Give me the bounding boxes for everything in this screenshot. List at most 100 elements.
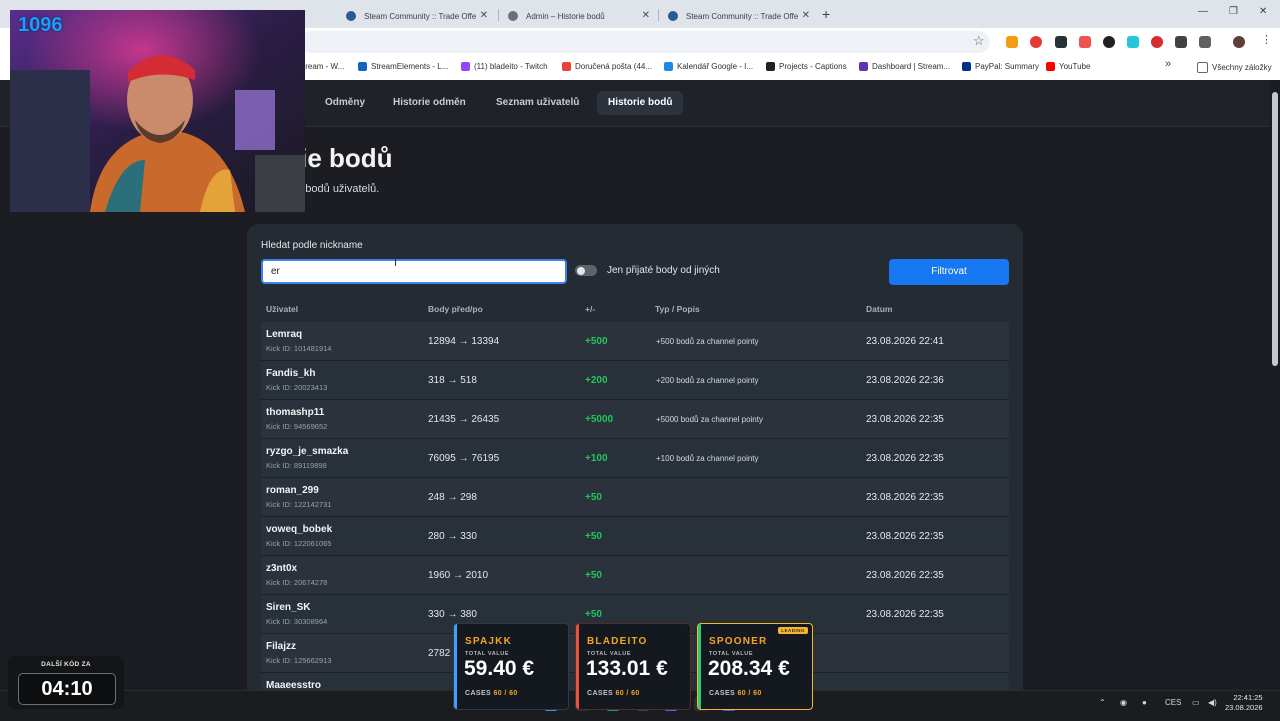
kick-id: Kick ID: 20023413 — [266, 383, 328, 392]
address-bar[interactable] — [300, 31, 990, 53]
extension-icon[interactable] — [1079, 36, 1091, 48]
kick-id: Kick ID: 122061065 — [266, 539, 332, 548]
user-name: thomashp11 — [266, 407, 325, 418]
bookmark-item[interactable]: Dashboard | Stream... — [859, 62, 950, 71]
leading-badge: LEADING — [778, 627, 808, 634]
volume-icon[interactable]: ◀) — [1208, 698, 1217, 707]
avatar[interactable] — [1233, 36, 1245, 48]
bookmark-item[interactable]: YouTube — [1046, 62, 1090, 71]
bookmark-star-icon[interactable]: ☆ — [973, 33, 985, 49]
close-icon[interactable]: ✕ — [802, 10, 810, 21]
steam-favicon-icon — [346, 11, 356, 21]
leaderboard-card: BLADEITO TOTAL VALUE 133.01 € CASES 60 /… — [575, 623, 691, 710]
filter-button[interactable]: Filtrovat — [889, 259, 1009, 285]
points-before-after: 330 → 380 — [428, 609, 477, 620]
nav-item-seznam-uzivatelu[interactable]: Seznam uživatelů — [485, 91, 590, 115]
tray-overflow-icon[interactable]: ⌃ — [1099, 698, 1106, 707]
extension-icon[interactable] — [1151, 36, 1163, 48]
network-icon[interactable]: ▭ — [1192, 698, 1200, 707]
points-before-after: 12894 → 13394 — [428, 336, 500, 347]
browser-tab-2[interactable]: Admin – Historie bodů ✕ — [500, 4, 658, 28]
extension-icon[interactable] — [1127, 36, 1139, 48]
col-header-date: Datum — [866, 304, 893, 314]
received-only-toggle[interactable] — [575, 265, 597, 276]
nav-item-historie-bodu[interactable]: Historie bodů — [597, 91, 684, 115]
twitch-icon — [461, 62, 470, 71]
bookmark-label: (11) bladeito - Twitch — [474, 62, 548, 71]
close-icon[interactable]: ✕ — [642, 10, 650, 21]
menu-dots-icon[interactable]: ⋮ — [1261, 33, 1273, 46]
extension-icon[interactable] — [1103, 36, 1115, 48]
globe-icon — [508, 11, 518, 21]
scrollbar-thumb[interactable] — [1272, 92, 1278, 366]
bookmark-item[interactable]: tream - W... — [303, 62, 344, 71]
card-accent — [576, 624, 579, 709]
type-description: +200 bodů za channel pointy — [656, 376, 759, 385]
bookmark-item[interactable]: Projects - Captions — [766, 62, 847, 71]
extension-icon[interactable] — [1030, 36, 1042, 48]
points-delta: +200 — [585, 375, 608, 386]
tab-separator — [498, 9, 499, 21]
bookmark-item[interactable]: StreamElements - L... — [358, 62, 448, 71]
browser-tab-3[interactable]: Steam Community :: Trade Offe ✕ — [660, 4, 818, 28]
all-bookmarks[interactable]: Všechny záložky — [1197, 62, 1272, 73]
table-row: z3nt0x Kick ID: 20674278 1960 → 2010 +50 23.… — [261, 556, 1009, 595]
nickname-search-input[interactable] — [261, 259, 567, 284]
puzzle-icon[interactable] — [1199, 36, 1211, 48]
gmail-icon — [562, 62, 571, 71]
close-icon[interactable]: ✕ — [480, 10, 488, 21]
new-tab-icon[interactable]: + — [822, 6, 830, 22]
browser-tab-1[interactable]: Steam Community :: Trade Offe ✕ — [338, 4, 496, 28]
bookmark-item[interactable]: PayPal: Summary — [962, 62, 1039, 71]
points-before-after: 248 → 298 — [428, 492, 477, 503]
bookmark-label: YouTube — [1059, 62, 1091, 71]
all-bookmarks-label: Všechny záložky — [1212, 63, 1272, 72]
steam-tray-icon[interactable]: ◉ — [1120, 698, 1127, 707]
bookmark-label: tream - W... — [303, 62, 345, 71]
player-name: SPOONER — [709, 636, 768, 647]
table-row: thomashp11 Kick ID: 94569652 21435 → 26435… — [261, 400, 1009, 439]
user-name: voweq_bobek — [266, 524, 333, 535]
maximize-icon[interactable]: ❐ — [1229, 6, 1238, 17]
window-close-icon[interactable]: ✕ — [1259, 6, 1267, 17]
bookmark-label: PayPal: Summary — [975, 62, 1040, 71]
bookmark-item[interactable]: Doručená pošta (44... — [562, 62, 652, 71]
extension-icon[interactable] — [1006, 36, 1018, 48]
kick-id: Kick ID: 30308964 — [266, 617, 328, 626]
system-clock[interactable]: 22:41:25 23.08.2026 — [1225, 693, 1263, 713]
user-name: Siren_SK — [266, 602, 311, 613]
text-cursor-icon: I — [394, 257, 398, 269]
youtube-icon — [1046, 62, 1055, 71]
leaderboard-card: SPAJKK TOTAL VALUE 59.40 € CASES 60 / 60 — [453, 623, 569, 710]
toggle-knob — [577, 266, 585, 275]
cases-value: 60 / 60 — [615, 690, 640, 697]
language-indicator[interactable]: CES — [1165, 698, 1181, 707]
microphone-icon[interactable]: ● — [1142, 698, 1147, 707]
cases-value: 60 / 60 — [493, 690, 518, 697]
bookmark-label: Kalendář Google - I... — [677, 62, 754, 71]
search-label: Hledat podle nickname — [261, 240, 363, 251]
points-before-after: 1960 → 2010 — [428, 570, 489, 581]
extension-icon[interactable] — [1055, 36, 1067, 48]
calendar-icon — [664, 62, 673, 71]
points-delta: +50 — [585, 492, 602, 503]
user-name: Filajzz — [266, 641, 297, 652]
player-name: SPAJKK — [465, 636, 513, 647]
points-before-after: 21435 → 26435 — [428, 414, 500, 425]
kick-id: Kick ID: 89119898 — [266, 461, 327, 470]
date-time: 23.08.2026 22:35 — [866, 492, 944, 503]
minimize-icon[interactable]: — — [1198, 6, 1208, 17]
timer-value: 04:10 — [18, 673, 116, 705]
kick-id: Kick ID: 20674278 — [266, 578, 328, 587]
nav-item-odmeny[interactable]: Odměny — [314, 91, 376, 115]
bookmark-item[interactable]: Kalendář Google - I... — [664, 62, 753, 71]
date-time: 23.08.2026 22:36 — [866, 375, 944, 386]
bookmarks-overflow-icon[interactable]: » — [1165, 58, 1171, 70]
type-description: +5000 bodů za channel pointy — [656, 415, 763, 424]
bookmark-item[interactable]: (11) bladeito - Twitch — [461, 62, 548, 71]
bookmark-label: Dashboard | Stream... — [872, 62, 951, 71]
extension-icon[interactable] — [1175, 36, 1187, 48]
nav-item-historie-odmen[interactable]: Historie odměn — [382, 91, 477, 115]
type-description: +100 bodů za channel pointy — [656, 454, 759, 463]
cases-count: CASES 60 / 60 — [709, 690, 762, 697]
